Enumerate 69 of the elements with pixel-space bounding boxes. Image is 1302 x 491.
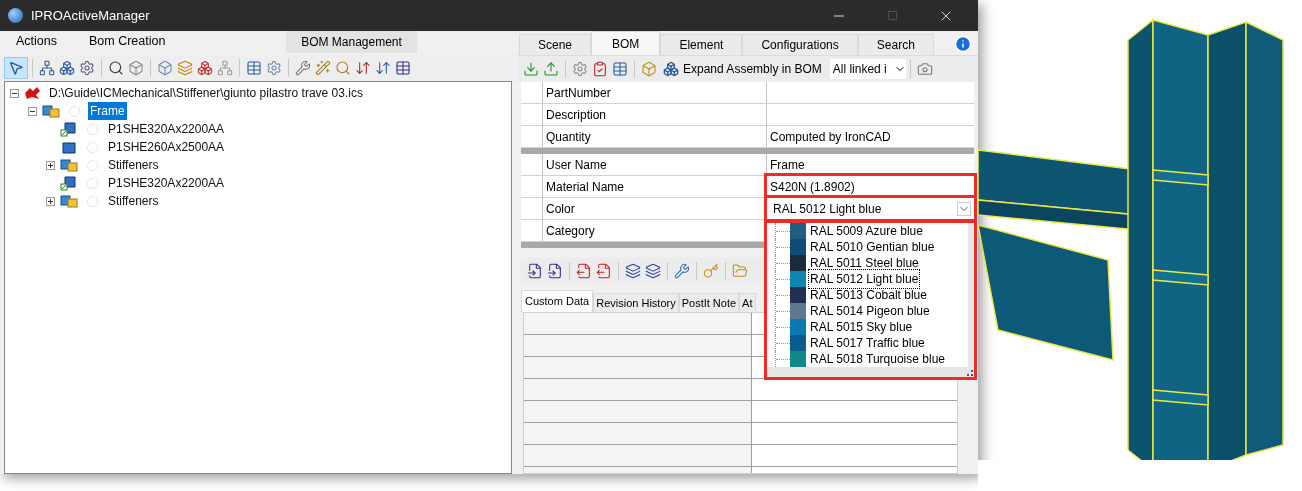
layers-icon[interactable] (625, 263, 641, 279)
tab[interactable]: At (739, 293, 756, 312)
part-icon (59, 175, 79, 191)
pointer-icon (8, 60, 24, 76)
info-icon[interactable] (954, 35, 972, 53)
color-option[interactable]: RAL 5012 Light blue (808, 269, 921, 289)
checklist-icon[interactable] (592, 60, 608, 77)
part-icon (59, 139, 79, 155)
resize-grip-icon[interactable] (967, 370, 973, 376)
search-icon[interactable] (108, 60, 124, 76)
window-title: IPROActiveManager (31, 6, 151, 25)
select-tool-button[interactable] (4, 57, 28, 79)
sort-icon[interactable] (355, 60, 371, 76)
expand-toggle[interactable] (46, 196, 55, 206)
sort-icon[interactable] (375, 60, 391, 76)
tree-item[interactable]: P1SHE320Ax2200AA (106, 120, 227, 138)
gear-icon[interactable] (572, 60, 588, 77)
file-export-icon[interactable] (576, 263, 592, 279)
panel-tab[interactable]: BOM Management (286, 31, 417, 53)
collapse-toggle[interactable] (28, 106, 37, 116)
tab[interactable]: BOM (591, 31, 661, 55)
table-icon[interactable] (612, 60, 628, 77)
menu-item[interactable]: Bom Creation (73, 32, 182, 55)
layers-icon[interactable] (645, 263, 661, 279)
tree-item[interactable]: P1SHE320Ax2200AA (106, 174, 227, 192)
filter-dropdown[interactable]: All linked i (829, 58, 906, 79)
table-icon[interactable] (246, 60, 262, 76)
menu-item[interactable]: Actions (0, 32, 73, 55)
tree-item[interactable]: Stiffeners (106, 192, 161, 210)
blocks-icon[interactable] (197, 60, 213, 76)
tree-item[interactable]: P1SHE260Ax2500AA (106, 138, 227, 156)
assembly-icon (59, 157, 79, 173)
assembly-icon (41, 103, 61, 119)
wrench-icon[interactable] (295, 60, 311, 76)
gear-icon[interactable] (79, 60, 95, 76)
property-name: Description (543, 104, 767, 125)
caret-icon (957, 201, 971, 216)
blocks-icon (663, 60, 679, 77)
download-icon[interactable] (523, 60, 539, 77)
tree-item[interactable]: Stiffeners (106, 156, 161, 174)
property-name: Category (543, 220, 767, 241)
tab[interactable]: Custom Data (521, 290, 594, 312)
collapse-toggle[interactable] (10, 88, 19, 98)
hierarchy-icon[interactable] (39, 60, 55, 76)
wrench-icon[interactable] (674, 263, 690, 279)
cube-icon[interactable] (157, 60, 173, 76)
expand-toggle[interactable] (46, 160, 55, 170)
table-icon[interactable] (395, 60, 411, 76)
tab[interactable]: PostIt Note (678, 293, 740, 312)
tab[interactable]: Scene (519, 34, 592, 55)
tree-item[interactable]: D:\Guide\ICMechanical\Stiffener\giunto pilastro trave 03.ics (47, 84, 365, 102)
upload-icon[interactable] (543, 60, 559, 77)
tab[interactable]: Search (857, 34, 934, 55)
gear-icon[interactable] (266, 60, 282, 76)
tab[interactable]: Element (660, 34, 743, 55)
file-import-icon[interactable] (527, 263, 543, 279)
file-import-icon[interactable] (547, 263, 563, 279)
tab[interactable]: Revision History (593, 293, 679, 312)
blocks-icon[interactable] (59, 60, 75, 76)
assembly-icon (59, 193, 79, 209)
expand-assembly-button[interactable]: Expand Assembly in BOM (659, 59, 826, 78)
globe-icon (8, 8, 23, 23)
tab[interactable]: Configurations (742, 34, 858, 55)
wand-icon[interactable] (315, 60, 331, 76)
camera-icon[interactable] (916, 60, 933, 77)
tree-item[interactable]: Frame (88, 102, 127, 120)
file-export-icon[interactable] (596, 263, 612, 279)
property-name: PartNumber (543, 82, 767, 103)
part-icon (59, 121, 79, 137)
